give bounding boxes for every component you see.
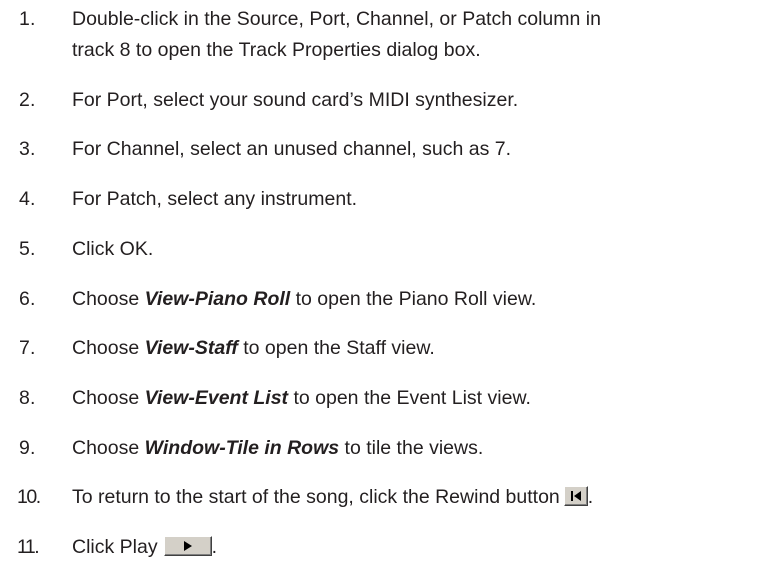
step-suffix: to tile the views. xyxy=(339,437,484,459)
step-end-punctuation: . xyxy=(587,486,594,508)
step-prefix: Choose xyxy=(72,437,145,459)
step-text: To return to the start of the song, clic… xyxy=(72,482,760,513)
step-text: For Patch, select any instrument. xyxy=(72,188,358,210)
step-number: 7. xyxy=(19,337,36,359)
step-text: Click OK. xyxy=(72,238,154,260)
step-sentence: Click Play xyxy=(72,536,158,558)
step-text: Choose View-Staff to open the Staff view… xyxy=(72,333,760,364)
step-suffix: to open the Piano Roll view. xyxy=(290,288,537,310)
step-sentence: To return to the start of the song, clic… xyxy=(72,486,560,508)
play-icon xyxy=(163,536,212,556)
step-end-punctuation: . xyxy=(211,536,218,558)
step-number: 9. xyxy=(19,437,36,459)
step-text: Choose View-Event List to open the Event… xyxy=(72,383,760,414)
step-number: 5. xyxy=(19,238,36,260)
step-suffix: to open the Event List view. xyxy=(288,387,531,409)
instruction-steps: 1. Double-click in the Source, Port, Cha… xyxy=(0,0,762,572)
step-text-line-1: Double-click in the Source, Port, Channe… xyxy=(72,8,601,30)
step-number: 2. xyxy=(19,89,36,111)
step-prefix: Choose xyxy=(72,387,145,409)
step-prefix: Choose xyxy=(72,288,145,310)
menu-command: View-Staff xyxy=(144,337,238,359)
step-number: 1. xyxy=(19,8,36,30)
step-number: 4. xyxy=(19,188,36,210)
step-text: Choose View-Piano Roll to open the Piano… xyxy=(72,284,760,315)
step-text: Double-click in the Source, Port, Channe… xyxy=(72,4,760,66)
rewind-icon xyxy=(563,486,588,506)
step-text: For Port, select your sound card’s MIDI … xyxy=(72,89,519,111)
step-number: 3. xyxy=(19,138,36,160)
step-text: Choose Window-Tile in Rows to tile the v… xyxy=(72,433,760,464)
step-suffix: to open the Staff view. xyxy=(237,337,435,359)
menu-command: View-Piano Roll xyxy=(144,288,291,310)
menu-command: Window-Tile in Rows xyxy=(144,437,340,459)
step-text-line-2: track 8 to open the Track Properties dia… xyxy=(72,39,481,61)
menu-command: View-Event List xyxy=(144,387,289,409)
step-text: Click Play. xyxy=(72,532,760,563)
step-number: 10. xyxy=(17,486,41,508)
step-text: For Channel, select an unused channel, s… xyxy=(72,138,512,160)
step-number: 8. xyxy=(19,387,36,409)
step-number: 11. xyxy=(17,536,40,558)
step-number: 6. xyxy=(19,288,36,310)
step-prefix: Choose xyxy=(72,337,145,359)
